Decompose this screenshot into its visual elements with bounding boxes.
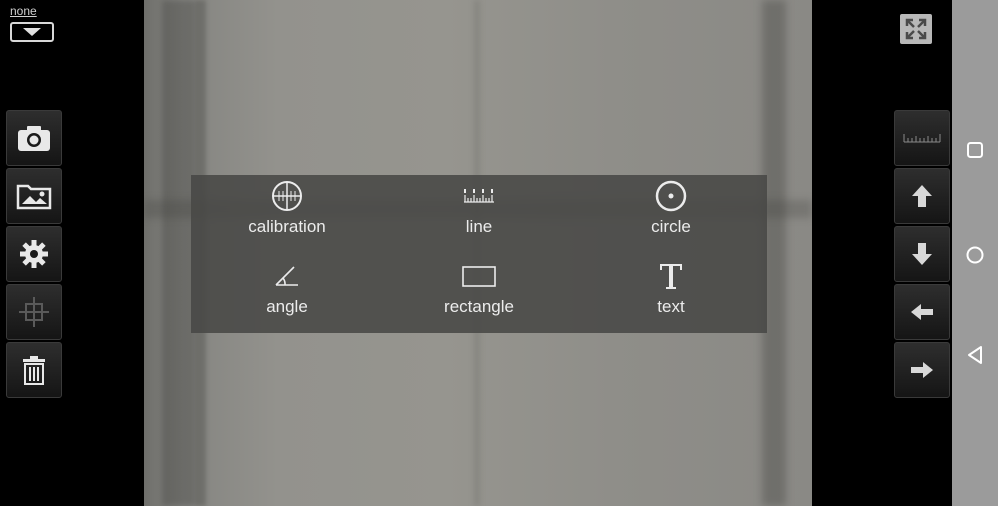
arrow-left-icon — [911, 304, 933, 320]
back-button[interactable] — [952, 340, 998, 370]
camera-button[interactable] — [6, 110, 62, 166]
move-up-button[interactable] — [894, 168, 950, 224]
trash-icon — [23, 356, 45, 385]
ruler-button[interactable] — [894, 110, 950, 166]
gallery-icon — [16, 184, 52, 210]
menu-item-label: circle — [651, 217, 691, 236]
crosshair-button[interactable] — [6, 284, 62, 340]
gallery-button[interactable] — [6, 168, 62, 224]
menu-item-angle[interactable]: angle — [191, 259, 383, 329]
left-toolbar — [6, 110, 62, 400]
move-down-button[interactable] — [894, 226, 950, 282]
menu-item-text[interactable]: text — [575, 259, 767, 329]
measurement-menu: calibration line circle angle rectangle … — [191, 175, 767, 333]
menu-item-line[interactable]: line — [383, 179, 575, 249]
overlay-mode-dropdown[interactable] — [10, 22, 54, 42]
move-right-button[interactable] — [894, 342, 950, 398]
menu-item-circle[interactable]: circle — [575, 179, 767, 249]
menu-item-label: line — [465, 217, 493, 236]
rectangle-icon — [462, 266, 496, 287]
arrow-down-icon — [912, 243, 932, 265]
fullscreen-button[interactable] — [900, 14, 932, 44]
ruler-line-icon — [464, 189, 494, 203]
home-button[interactable] — [952, 240, 998, 270]
chevron-down-icon — [23, 28, 41, 36]
gear-icon — [20, 240, 48, 268]
menu-item-label: calibration — [248, 217, 326, 236]
menu-item-calibration[interactable]: calibration — [191, 179, 383, 249]
square-icon — [967, 142, 983, 158]
home-circle-icon — [966, 246, 984, 264]
menu-item-label: text — [657, 297, 685, 316]
menu-item-label: angle — [266, 297, 308, 316]
ruler-icon — [903, 134, 941, 143]
crosshair-icon — [19, 297, 49, 327]
angle-icon — [275, 266, 298, 286]
overlay-mode-label[interactable]: none — [10, 4, 37, 18]
text-icon — [660, 264, 682, 289]
arrow-up-icon — [912, 185, 932, 207]
settings-button[interactable] — [6, 226, 62, 282]
back-triangle-icon — [968, 346, 982, 364]
move-left-button[interactable] — [894, 284, 950, 340]
menu-item-label: rectangle — [444, 297, 514, 316]
camera-icon — [18, 126, 50, 151]
arrow-right-icon — [911, 362, 933, 378]
fullscreen-icon — [905, 18, 927, 40]
circle-icon — [655, 180, 687, 212]
delete-button[interactable] — [6, 342, 62, 398]
recents-button[interactable] — [952, 135, 998, 165]
menu-item-rectangle[interactable]: rectangle — [383, 259, 575, 329]
right-toolbar — [894, 110, 950, 400]
calibration-icon — [272, 181, 302, 211]
system-navbar — [952, 0, 998, 506]
